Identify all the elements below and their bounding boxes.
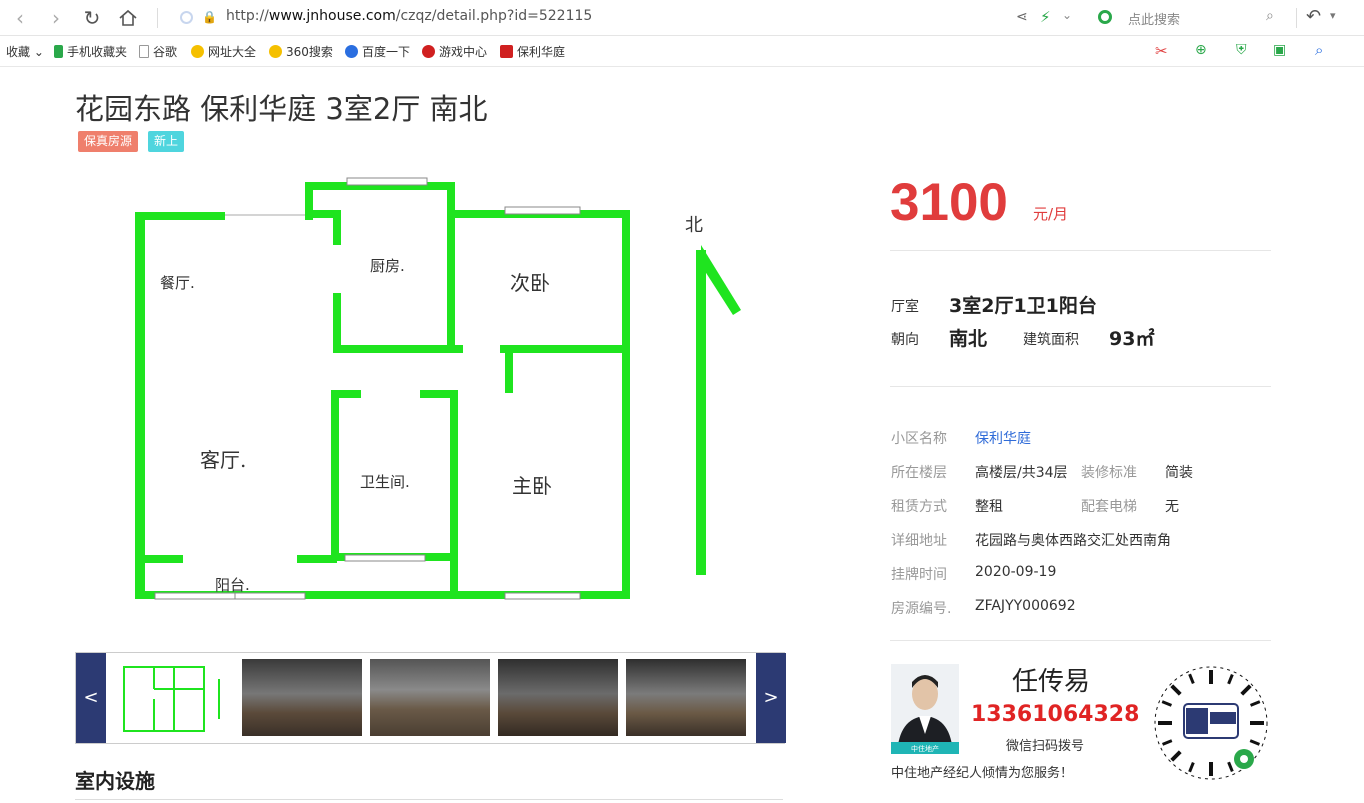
bookmark-360search[interactable]: 360搜索 [269, 43, 333, 60]
back-icon[interactable]: ‹ [8, 6, 32, 30]
thumbnail-floorplan[interactable] [114, 659, 234, 736]
gamepad-icon[interactable]: ▣ [1273, 42, 1286, 58]
orientation-value: 南北 [949, 328, 988, 350]
listing-id-label: 房源编号. [891, 601, 952, 617]
area-value: 93㎡ [1109, 328, 1155, 350]
lease-label: 租赁方式 [891, 499, 947, 515]
address-value: 花园路与奥体西路交汇处西南角 [975, 533, 1171, 549]
lease-value: 整租 [975, 499, 1003, 515]
bookmark-games[interactable]: 游戏中心 [422, 43, 487, 60]
carousel-prev-button[interactable]: < [76, 653, 106, 743]
bookmark-nav[interactable]: 网址大全 [191, 43, 256, 60]
bookmark-mobile[interactable]: 手机收藏夹 [54, 43, 127, 60]
elevator-value: 无 [1165, 499, 1179, 515]
listed-date-label: 挂牌时间 [891, 567, 947, 583]
thumbnail-photo-4[interactable] [626, 659, 746, 736]
zoom-icon[interactable]: ⌕ [1315, 41, 1323, 59]
search-box[interactable]: 点此搜索 ⌕ [1096, 6, 1286, 30]
divider [890, 640, 1271, 641]
price-unit: 元/月 [1033, 205, 1069, 223]
tag-new: 新上 [148, 131, 185, 152]
thumbnail-photo-1[interactable] [242, 659, 362, 736]
room-second-bedroom: 次卧 [510, 271, 550, 295]
wechat-qr-code[interactable] [1152, 664, 1270, 782]
agent-phone[interactable]: 13361064328 [971, 702, 1139, 727]
undo-icon[interactable]: ↶ [1306, 6, 1321, 27]
tag-verified: 保真房源 [78, 131, 139, 152]
room-master-bedroom: 主卧 [512, 474, 552, 498]
room-balcony: 阳台. [215, 576, 250, 594]
page-icon [139, 45, 149, 58]
house-icon [500, 45, 513, 58]
divider [890, 250, 1271, 251]
bookmark-favorites[interactable]: 收藏 ⌄ [6, 43, 44, 60]
chevron-down-icon[interactable]: ⌄ [1062, 8, 1072, 22]
phone-icon [54, 45, 63, 58]
elevator-label: 配套电梯 [1081, 499, 1137, 515]
carousel-next-button[interactable]: > [756, 653, 786, 743]
bookmark-google[interactable]: 谷歌 [139, 43, 177, 60]
floor-label: 所在楼层 [891, 465, 947, 481]
facilities-heading: 室内设施 [75, 769, 155, 793]
north-label: 北 [685, 215, 703, 236]
thumbnail-photo-3[interactable] [498, 659, 618, 736]
bookmark-poly[interactable]: 保利华庭 [500, 43, 565, 60]
address-bar[interactable]: 🔒 http://www.jnhouse.com/czqz/detail.php… [172, 6, 1002, 30]
room-bathroom: 卫生间. [360, 473, 410, 491]
search-icon[interactable]: ⌕ [1266, 8, 1274, 24]
search-input[interactable]: 点此搜索 [1128, 9, 1180, 28]
360-icon [269, 45, 282, 58]
wechat-hint: 微信扫码拨号 [1006, 739, 1085, 754]
price-value: 3100 [890, 173, 1008, 232]
bookmarks-bar: 收藏 ⌄ 手机收藏夹 谷歌 网址大全 360搜索 百度一下 游戏中心 保利华庭 … [0, 37, 1364, 67]
room-dining: 餐厅. [160, 274, 195, 292]
agent-badge: 中住地产 [911, 744, 939, 753]
game-icon [422, 45, 435, 58]
site-icon [180, 11, 193, 24]
community-label: 小区名称 [891, 431, 947, 447]
area-label: 建筑面积 [1023, 332, 1079, 348]
page-title: 花园东路 保利华庭 3室2厅 南北 [75, 92, 488, 126]
agent-avatar[interactable]: 中住地产 [891, 664, 959, 754]
agent-slogan: 中住地产经纪人倾情为您服务！ [891, 766, 1074, 781]
decoration-value: 简装 [1165, 465, 1193, 481]
layout-label: 厅室 [891, 299, 919, 315]
layout-value: 3室2厅1卫1阳台 [949, 295, 1097, 317]
scissors-icon[interactable]: ✂ [1155, 42, 1168, 60]
orientation-label: 朝向 [891, 332, 919, 348]
divider [75, 799, 783, 800]
forward-icon[interactable]: › [44, 6, 68, 30]
listing-id-value: ZFAJYY000692 [975, 598, 1076, 614]
decoration-label: 装修标准 [1081, 465, 1137, 481]
browser-toolbar: ‹ › ↻ 🔒 http://www.jnhouse.com/czqz/deta… [0, 0, 1364, 36]
insecure-lock-icon: 🔒 [202, 10, 217, 24]
translate-icon[interactable]: ⊕ [1195, 42, 1207, 58]
share-icon[interactable]: ⋖ [1016, 9, 1028, 25]
bookmark-baidu[interactable]: 百度一下 [345, 43, 410, 60]
menu-chevron-icon[interactable]: ▾ [1330, 9, 1336, 22]
refresh-icon[interactable]: ↻ [80, 6, 104, 30]
room-kitchen: 厨房. [370, 257, 405, 275]
360-icon [191, 45, 204, 58]
room-living: 客厅. [200, 448, 246, 472]
agent-name: 任传易 [1012, 667, 1091, 697]
community-link[interactable]: 保利华庭 [975, 428, 1031, 448]
url-text[interactable]: http://www.jnhouse.com/czqz/detail.php?i… [226, 8, 592, 24]
search-engine-icon [1098, 10, 1112, 24]
thumbnail-photo-2[interactable] [370, 659, 490, 736]
baidu-paw-icon [345, 45, 358, 58]
floor-value: 高楼层/共34层 [975, 465, 1068, 481]
address-label: 详细地址 [891, 533, 947, 549]
photo-carousel: < > [75, 652, 786, 744]
shield-icon[interactable]: ⛨ [1236, 42, 1247, 58]
bolt-icon[interactable]: ⚡ [1040, 8, 1051, 26]
floorplan-image: 餐厅. 厨房. 次卧 客厅. 卫生间. 主卧 阳台. 北 [75, 165, 785, 635]
home-icon[interactable] [116, 6, 140, 30]
divider [890, 386, 1271, 387]
listed-date-value: 2020-09-19 [975, 564, 1057, 580]
